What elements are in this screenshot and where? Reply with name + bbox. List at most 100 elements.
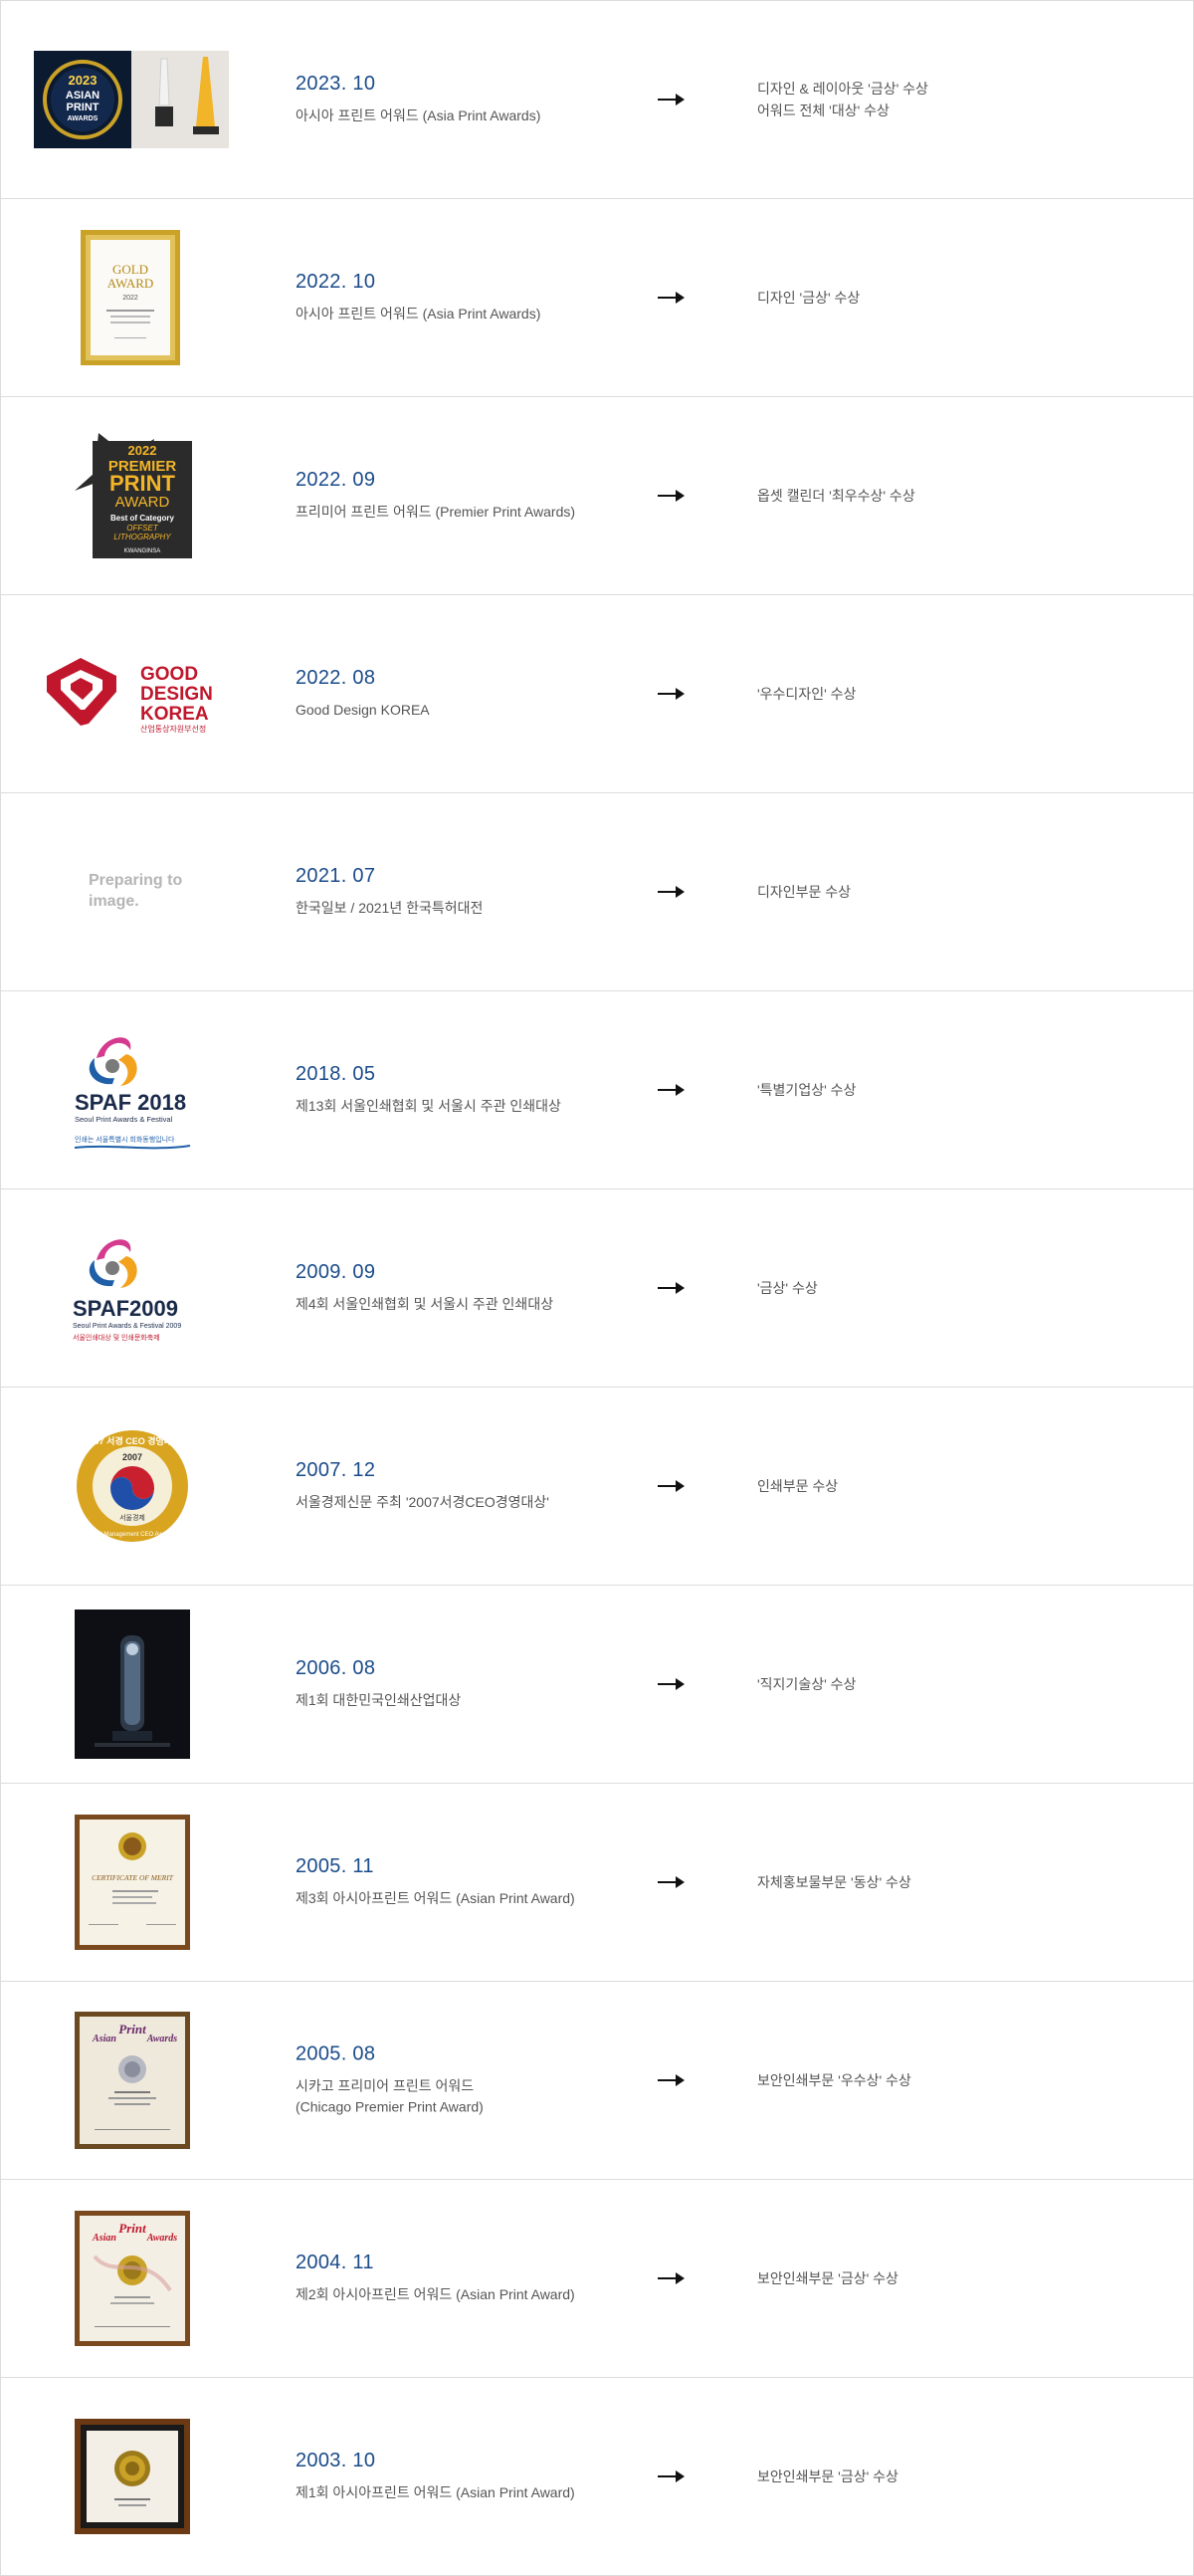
award-image: CERTIFICATE OF MERIT xyxy=(75,1815,190,1950)
badge-line-1: SPAF2009 xyxy=(73,1296,178,1321)
award-row: GOOD DESIGN KOREA 산업통상자원부선정 2022. 08 Goo… xyxy=(0,595,1194,793)
award-date: 2023. 10 xyxy=(296,73,376,95)
award-image: 2007 서경 CEO 경영대상 2007 서울경제 SEN Managemen… xyxy=(75,1428,190,1544)
award-description: 제2회 아시아프린트 어워드 (Asian Print Award) xyxy=(296,2286,575,2302)
award-info: 2022. 09 프리미어 프린트 어워드 (Premier Print Awa… xyxy=(296,469,624,523)
award-result: 보안인쇄부문 '우수상' 수상 xyxy=(757,2072,911,2088)
award-info: 2009. 09 제4회 서울인쇄협회 및 서울시 주관 인쇄대상 xyxy=(296,1261,624,1315)
badge-line-3: 서울인쇄대상 및 인쇄문화축제 xyxy=(73,1333,160,1342)
badge-line-1: 2007 서경 CEO 경영대상 xyxy=(85,1435,181,1446)
arrow-right-icon xyxy=(658,1480,685,1492)
badge-line-3: KOREA xyxy=(140,704,209,725)
arrow-right-icon xyxy=(658,2470,685,2482)
award-image xyxy=(75,2419,190,2534)
award-date: 2003. 10 xyxy=(296,2450,376,2471)
award-result: '우수디자인' 수상 xyxy=(757,686,857,702)
award-date: 2009. 09 xyxy=(296,1261,376,1283)
award-result: 디자인부문 수상 xyxy=(757,884,852,900)
badge-line-2: Print xyxy=(118,2022,146,2037)
award-image: GOOD DESIGN KOREA 산업통상자원부선정 xyxy=(45,654,224,734)
arrow-right-icon xyxy=(658,1678,685,1690)
award-row: 2006. 08 제1회 대한민국인쇄산업대상 '직지기술상' 수상 xyxy=(0,1586,1194,1784)
badge-line-2: Seoul Print Awards & Festival 2009 xyxy=(73,1323,181,1330)
badge-line-1: Asian xyxy=(92,2233,116,2244)
badge-line-6: OFFSET xyxy=(126,524,159,533)
arrow-right-icon xyxy=(658,1282,685,1294)
award-date: 2005. 08 xyxy=(296,2042,376,2065)
award-row: GOLD AWARD 2022 2022. 10 아시아 프린트 어워드 (As… xyxy=(0,199,1194,397)
award-row: Asian Print Awards 2005. 08 시카고 프리미어 프린트… xyxy=(0,1982,1194,2180)
badge-line-1: ASIAN xyxy=(66,90,100,102)
arrow-right-icon xyxy=(658,688,685,700)
award-image: 2023 ASIAN PRINT AWARDS xyxy=(34,51,229,148)
award-info: 2003. 10 제1회 아시아프린트 어워드 (Asian Print Awa… xyxy=(296,2450,624,2503)
arrow-right-icon xyxy=(658,2272,685,2284)
arrow-right-icon xyxy=(658,886,685,898)
badge-line-2: Seoul Print Awards & Festival xyxy=(75,1115,173,1124)
award-image: 2022 PREMIER PRINT AWARD Best of Categor… xyxy=(75,433,192,558)
award-row: Asian Print Awards 2004. 11 제2회 아시아프린트 어… xyxy=(0,2180,1194,2378)
badge-line-2: Print xyxy=(118,2221,146,2236)
award-info: 2022. 10 아시아 프린트 어워드 (Asia Print Awards) xyxy=(296,271,624,324)
award-image: Asian Print Awards xyxy=(75,2211,190,2346)
award-image: SPAF 2018 Seoul Print Awards & Festival … xyxy=(73,1028,196,1152)
award-description: 제3회 아시아프린트 어워드 (Asian Print Award) xyxy=(296,1890,575,1906)
award-info: 2006. 08 제1회 대한민국인쇄산업대상 xyxy=(296,1657,624,1711)
badge-line-8: KWANGINSA xyxy=(124,548,160,554)
badge-line-1: CERTIFICATE OF MERIT xyxy=(92,1873,174,1882)
placeholder-text: Preparing to image. xyxy=(89,872,183,910)
award-date: 2021. 07 xyxy=(296,865,376,887)
awards-list: 2023 ASIAN PRINT AWARDS 2023. 10 아시아 프린트… xyxy=(0,0,1194,2576)
badge-line-3: 서울경제 xyxy=(119,1513,145,1522)
badge-line-4: SEN Management CEO Awards xyxy=(91,1532,175,1538)
award-result: 자체홍보물부문 '동상' 수상 xyxy=(757,1874,911,1890)
badge-line-2: 2007 xyxy=(122,1452,142,1462)
badge-line-4: AWARD xyxy=(115,494,170,511)
award-description: 제13회 서울인쇄협회 및 서울시 주관 인쇄대상 xyxy=(296,1098,561,1114)
arrow-right-icon xyxy=(658,490,685,502)
badge-line-5: Best of Category xyxy=(110,514,175,523)
award-date: 2022. 10 xyxy=(296,271,376,293)
award-date: 2006. 08 xyxy=(296,1657,376,1679)
badge-line-3: Awards xyxy=(146,2034,177,2044)
award-image: SPAF2009 Seoul Print Awards & Festival 2… xyxy=(73,1232,196,1344)
award-result: 디자인 & 레이아웃 '금상' 수상 어워드 전체 '대상' 수상 xyxy=(757,81,928,118)
award-date: 2004. 11 xyxy=(296,2252,374,2273)
badge-line-1: SPAF 2018 xyxy=(75,1090,186,1115)
award-date: 2018. 05 xyxy=(296,1063,376,1085)
award-info: 2022. 08 Good Design KOREA xyxy=(296,667,624,721)
award-description: 시카고 프리미어 프린트 어워드 (Chicago Premier Print … xyxy=(296,2077,484,2115)
badge-line-3: 인쇄는 서울특별시 희화동행입니다 xyxy=(75,1135,175,1144)
award-row: Preparing to image. 2021. 07 한국일보 / 2021… xyxy=(0,793,1194,991)
badge-line-3: 2022 xyxy=(122,295,138,302)
award-result: '직지기술상' 수상 xyxy=(757,1676,857,1692)
award-row: 2003. 10 제1회 아시아프린트 어워드 (Asian Print Awa… xyxy=(0,2378,1194,2576)
award-description: Good Design KOREA xyxy=(296,702,430,718)
award-date: 2005. 11 xyxy=(296,1855,374,1877)
badge-line-3: Awards xyxy=(146,2233,177,2244)
award-description: 아시아 프린트 어워드 (Asia Print Awards) xyxy=(296,107,541,123)
award-description: 한국일보 / 2021년 한국특허대전 xyxy=(296,900,484,916)
award-result: 보안인쇄부문 '금상' 수상 xyxy=(757,2469,898,2484)
badge-year-text: 2023 xyxy=(69,73,98,88)
badge-line-3: AWARDS xyxy=(68,115,99,122)
award-description: 서울경제신문 주최 '2007서경CEO경영대상' xyxy=(296,1494,549,1510)
award-result: 보안인쇄부문 '금상' 수상 xyxy=(757,2270,898,2286)
award-result: 인쇄부문 수상 xyxy=(757,1478,839,1494)
award-description: 아시아 프린트 어워드 (Asia Print Awards) xyxy=(296,306,541,322)
award-row: 2022 PREMIER PRINT AWARD Best of Categor… xyxy=(0,397,1194,595)
badge-line-1: GOOD xyxy=(140,664,198,685)
award-row: 2007 서경 CEO 경영대상 2007 서울경제 SEN Managemen… xyxy=(0,1388,1194,1586)
award-date: 2007. 12 xyxy=(296,1459,376,1481)
badge-line-4: 산업통상자원부선정 xyxy=(140,724,206,734)
award-date: 2022. 09 xyxy=(296,469,376,491)
badge-line-1: Asian xyxy=(92,2034,116,2044)
award-row: SPAF 2018 Seoul Print Awards & Festival … xyxy=(0,991,1194,1189)
award-row: SPAF2009 Seoul Print Awards & Festival 2… xyxy=(0,1189,1194,1388)
arrow-right-icon xyxy=(658,1876,685,1888)
award-info: 2018. 05 제13회 서울인쇄협회 및 서울시 주관 인쇄대상 xyxy=(296,1063,624,1117)
award-date: 2022. 08 xyxy=(296,667,376,689)
badge-line-2: AWARD xyxy=(107,276,154,291)
arrow-right-icon xyxy=(658,94,685,106)
award-info: 2004. 11 제2회 아시아프린트 어워드 (Asian Print Awa… xyxy=(296,2252,624,2305)
